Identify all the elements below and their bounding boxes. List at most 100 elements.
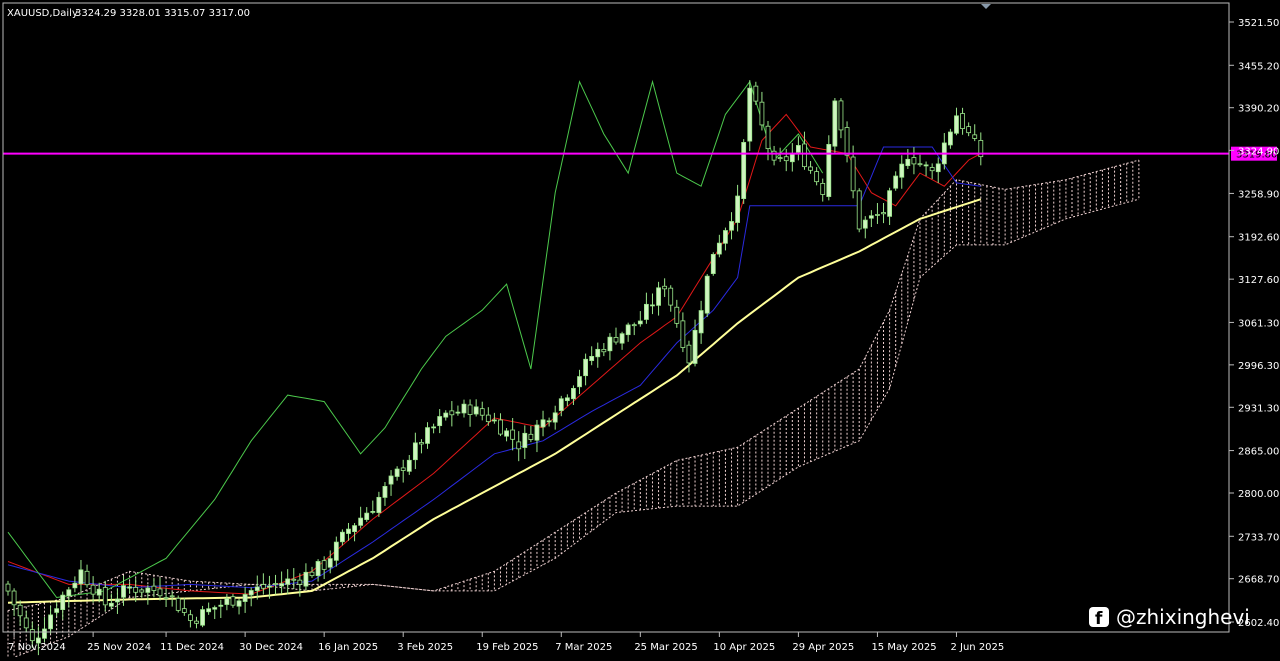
candle-body	[260, 584, 266, 589]
y-tick-label: 2931.30	[1238, 403, 1279, 414]
candle-body	[151, 585, 157, 591]
candle-body	[911, 157, 917, 165]
candle-body	[498, 419, 503, 435]
candle-body	[206, 608, 212, 613]
candle-body	[84, 570, 90, 586]
candle-body	[400, 467, 406, 471]
candle-body	[698, 310, 704, 334]
candle-body	[479, 408, 485, 416]
candle-body	[181, 608, 187, 613]
candle-body	[838, 100, 844, 131]
candle-body	[881, 212, 886, 215]
x-tick-label: 11 Dec 2024	[160, 642, 224, 653]
candle-body	[339, 531, 345, 543]
candle-body	[346, 528, 351, 534]
candle-body	[236, 600, 242, 607]
candle-body	[789, 153, 795, 163]
candle-body	[485, 414, 491, 423]
candle-body	[796, 145, 801, 153]
y-tick-label: 3192.60	[1238, 233, 1279, 244]
candle-body	[650, 304, 655, 307]
candle-body	[674, 306, 680, 324]
candle-body	[394, 468, 400, 477]
candle-body	[455, 411, 461, 414]
y-tick-label: 2800.00	[1238, 489, 1279, 500]
y-tick-label: 2996.30	[1238, 361, 1279, 372]
candle-body	[23, 617, 29, 629]
candle-body	[358, 517, 364, 526]
candle-body	[133, 587, 139, 593]
candle-body	[729, 221, 734, 231]
candle-body	[546, 420, 552, 423]
x-tick-label: 29 Apr 2025	[792, 642, 854, 653]
candle-body	[662, 285, 668, 290]
candle-body	[686, 344, 692, 364]
candle-body	[267, 585, 272, 588]
candle-body	[48, 614, 53, 630]
candle-body	[905, 158, 911, 167]
candle-body	[17, 604, 23, 617]
candle-body	[285, 578, 291, 585]
x-tick-label: 19 Feb 2025	[476, 642, 538, 653]
candle-body	[802, 143, 807, 168]
candle-body	[90, 584, 96, 595]
candle-body	[230, 596, 236, 606]
candle-body	[315, 561, 321, 576]
candle-body	[716, 242, 722, 255]
candle-body	[406, 459, 412, 472]
y-tick-label: 3061.30	[1238, 318, 1279, 329]
candle-body	[656, 287, 661, 306]
candle-body	[552, 412, 558, 423]
x-tick-label: 10 Apr 2025	[713, 642, 775, 653]
candle-body	[29, 629, 35, 642]
candle-body	[765, 125, 771, 150]
candle-body	[528, 433, 534, 440]
candle-body	[710, 254, 716, 274]
candle-body	[279, 583, 285, 587]
candle-body	[759, 101, 765, 126]
candle-body	[461, 403, 467, 414]
candle-body	[78, 569, 84, 585]
candle-body	[412, 442, 418, 461]
candle-body	[212, 607, 218, 610]
candle-body	[248, 590, 254, 596]
candle-body	[510, 429, 516, 440]
candle-body	[419, 442, 424, 445]
candle-body	[200, 609, 205, 626]
candle-body	[868, 215, 874, 219]
candle-body	[948, 131, 953, 146]
candle-body	[960, 113, 965, 129]
candle-body	[187, 614, 193, 621]
candle-body	[218, 604, 224, 607]
candle-body	[224, 598, 230, 605]
candle-body	[887, 190, 892, 217]
ohlc-readout: 3324.29 3328.01 3315.07 3317.00	[75, 8, 250, 19]
x-tick-label: 2 Jun 2025	[950, 642, 1004, 653]
candle-body	[425, 427, 430, 444]
x-tick-label: 3 Feb 2025	[397, 642, 453, 653]
price-chart[interactable]: 3319.80 3521.503455.203390.203324.903258…	[0, 0, 1280, 661]
candle-body	[127, 586, 132, 589]
candle-body	[589, 356, 595, 361]
candle-body	[449, 410, 455, 416]
y-tick-label: 3127.60	[1238, 275, 1279, 286]
candle-body	[333, 541, 339, 561]
candle-body	[473, 406, 479, 415]
x-tick-label: 7 Mar 2025	[555, 642, 612, 653]
candle-body	[954, 115, 959, 134]
candle-body	[194, 620, 199, 624]
candle-body	[783, 156, 789, 162]
y-tick-label: 3390.20	[1238, 104, 1279, 115]
candle-body	[723, 230, 728, 244]
candle-body	[540, 419, 546, 428]
y-tick-label: 2668.70	[1238, 575, 1279, 586]
candle-body	[431, 426, 437, 429]
candle-body	[680, 320, 686, 348]
candle-body	[741, 142, 747, 199]
candle-body	[692, 329, 698, 364]
candle-body	[364, 512, 370, 520]
chart-area[interactable]: 3319.80 3521.50 3455.20 3390.20 3324.90 3258…	[0, 0, 1280, 661]
candle-body	[139, 589, 145, 593]
candle-body	[242, 594, 248, 602]
candle-body	[121, 585, 126, 598]
